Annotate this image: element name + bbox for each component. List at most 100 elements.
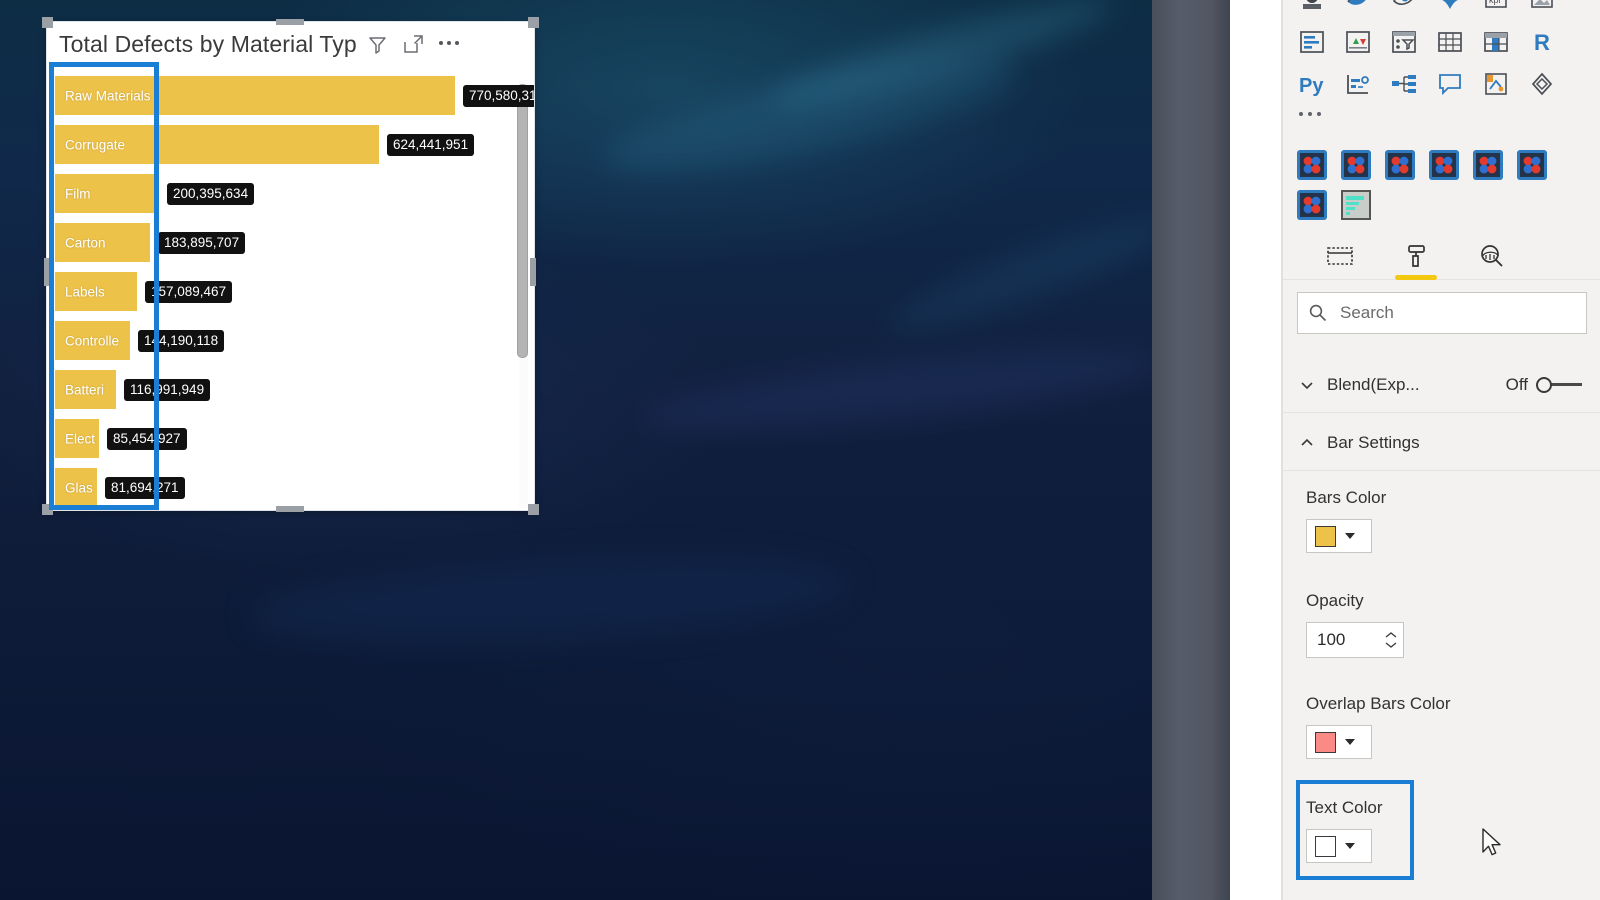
opacity-label: Opacity <box>1306 591 1364 610</box>
focus-mode-icon[interactable] <box>403 34 425 56</box>
section-bar-settings-header[interactable]: Bar Settings <box>1283 416 1600 471</box>
window-edge-strip <box>1152 0 1230 900</box>
bar-value-label: 116,991,949 <box>124 378 211 401</box>
viz-python-script-icon[interactable]: Py <box>1297 70 1327 98</box>
svg-text:kpi: kpi <box>1489 0 1501 5</box>
section-blend-header[interactable]: Blend(Exp... Off <box>1283 358 1600 413</box>
filter-icon[interactable] <box>367 34 389 56</box>
bar-row[interactable]: Batteri 116,991,949 <box>55 365 510 414</box>
search-placeholder: Search <box>1340 303 1394 322</box>
bar-row[interactable]: Raw Materials 770,580,317 <box>55 71 534 120</box>
chart-plot-area: Raw Materials 770,580,317 Corrugate 624,441… <box>47 67 534 510</box>
resize-handle-bottom-right[interactable] <box>528 504 539 515</box>
search-icon <box>1309 304 1327 322</box>
bar-category-label: Controlle <box>65 333 120 348</box>
viz-matrix-icon[interactable] <box>1481 28 1511 56</box>
resize-handle-top[interactable] <box>276 19 304 25</box>
bar-row[interactable]: Film 200,395,634 <box>55 169 510 218</box>
custom-visuals-row-1 <box>1297 150 1547 180</box>
custom-visual-icon[interactable] <box>1473 150 1503 180</box>
bar-value-label: 624,441,951 <box>387 133 475 156</box>
viz-kpi-icon[interactable]: kpi <box>1481 0 1511 14</box>
chevron-down-icon <box>1345 533 1355 539</box>
chevron-down-icon <box>1345 843 1355 849</box>
resize-handle-bottom-left[interactable] <box>42 504 53 515</box>
report-canvas-edge <box>1230 0 1284 900</box>
text-color-swatch <box>1315 835 1336 857</box>
viz-table-icon[interactable] <box>1435 28 1465 56</box>
tab-format[interactable] <box>1395 239 1437 280</box>
bar-category-label: Batteri <box>65 382 105 397</box>
viz-decomposition-tree-icon[interactable] <box>1389 70 1419 98</box>
bar-category-label: Labels <box>65 284 105 299</box>
bars-color-label: Bars Color <box>1306 488 1387 507</box>
bar-row[interactable]: Labels 157,089,467 <box>55 267 510 316</box>
blend-toggle[interactable] <box>1536 377 1582 393</box>
property-text-color: Text Color <box>1306 798 1383 863</box>
bar-row[interactable]: Glas 81,694,271 <box>55 463 510 510</box>
bar-chart-visual[interactable]: Total Defects by Material Typ Raw Materi… <box>47 22 534 510</box>
viz-arcgis-icon[interactable] <box>1435 0 1465 14</box>
opacity-input[interactable]: 100 <box>1306 622 1404 658</box>
bar-category-label: Carton <box>65 235 106 250</box>
bar-value-label: 183,895,707 <box>158 231 246 254</box>
overlap-bars-color-picker[interactable] <box>1306 725 1372 759</box>
resize-handle-right[interactable] <box>530 258 536 286</box>
resize-handle-top-right[interactable] <box>528 17 539 28</box>
bar-row[interactable]: Corrugate 624,441,951 <box>55 120 510 169</box>
gallery-more-options-icon[interactable] <box>1297 106 1587 116</box>
bar-value-label: 81,694,271 <box>105 476 185 499</box>
resize-handle-bottom[interactable] <box>276 506 304 512</box>
tab-fields[interactable] <box>1323 239 1357 273</box>
custom-visuals-row-2 <box>1297 190 1371 220</box>
viz-tree-map-icon[interactable] <box>1297 0 1327 14</box>
stepper-icon[interactable] <box>1385 631 1397 649</box>
bar-value-label: 200,395,634 <box>167 182 255 205</box>
search-input[interactable]: Search <box>1297 292 1587 334</box>
screen: Total Defects by Material Typ Raw Materi… <box>0 0 1600 900</box>
viz-powerapps-icon[interactable] <box>1527 70 1557 98</box>
overlap-bars-color-label: Overlap Bars Color <box>1306 694 1451 713</box>
bar-row[interactable]: Carton 183,895,707 <box>55 218 510 267</box>
viz-map-icon[interactable] <box>1389 0 1419 14</box>
viz-kpi-indicator-icon[interactable] <box>1343 28 1373 56</box>
viz-r-script-icon[interactable]: R <box>1527 28 1557 56</box>
viz-filled-map-icon[interactable] <box>1343 0 1373 14</box>
chevron-down-icon <box>1345 739 1355 745</box>
custom-visual-icon[interactable] <box>1297 150 1327 180</box>
chevron-up-icon <box>1301 438 1313 446</box>
viz-slicer-icon[interactable] <box>1389 28 1419 56</box>
tab-analytics[interactable] <box>1475 239 1509 273</box>
bar-row[interactable]: Elect 85,454,927 <box>55 414 510 463</box>
text-color-picker[interactable] <box>1306 829 1372 863</box>
custom-visual-icon[interactable] <box>1385 150 1415 180</box>
bar-rows: Raw Materials 770,580,317 Corrugate 624,441… <box>55 71 534 510</box>
viz-qa-icon[interactable] <box>1435 70 1465 98</box>
visual-scrollbar-thumb[interactable] <box>517 84 528 358</box>
bar-row[interactable]: Controlle 144,190,118 <box>55 316 510 365</box>
viz-paginated-report-icon[interactable] <box>1481 70 1511 98</box>
custom-visual-table-icon[interactable] <box>1341 190 1371 220</box>
visual-title: Total Defects by Material Typ <box>59 31 357 57</box>
pane-tabs <box>1283 232 1600 280</box>
section-blend: Blend(Exp... Off <box>1283 358 1600 413</box>
property-opacity: Opacity 100 <box>1306 591 1404 658</box>
custom-visual-icon[interactable] <box>1429 150 1459 180</box>
bars-color-picker[interactable] <box>1306 519 1372 553</box>
visualizations-format-pane: kpi R Py Search Blend(Exp... Off Bar Set… <box>1283 0 1600 900</box>
viz-multi-row-card-icon[interactable] <box>1297 28 1327 56</box>
custom-visual-icon[interactable] <box>1341 150 1371 180</box>
bar-category-label: Raw Materials <box>65 88 151 103</box>
property-overlap-bars-color: Overlap Bars Color <box>1306 694 1451 759</box>
blend-toggle-state: Off <box>1505 375 1528 394</box>
bars-color-swatch <box>1315 525 1336 547</box>
custom-visual-icon[interactable] <box>1517 150 1547 180</box>
resize-handle-left[interactable] <box>44 258 50 286</box>
more-options-icon[interactable] <box>438 40 459 49</box>
custom-visual-icon[interactable] <box>1297 190 1327 220</box>
resize-handle-top-left[interactable] <box>42 17 53 28</box>
opacity-value: 100 <box>1317 630 1346 649</box>
viz-image-icon[interactable] <box>1527 0 1557 14</box>
bar-category-label: Film <box>65 186 91 201</box>
viz-key-influencers-icon[interactable] <box>1343 70 1373 98</box>
